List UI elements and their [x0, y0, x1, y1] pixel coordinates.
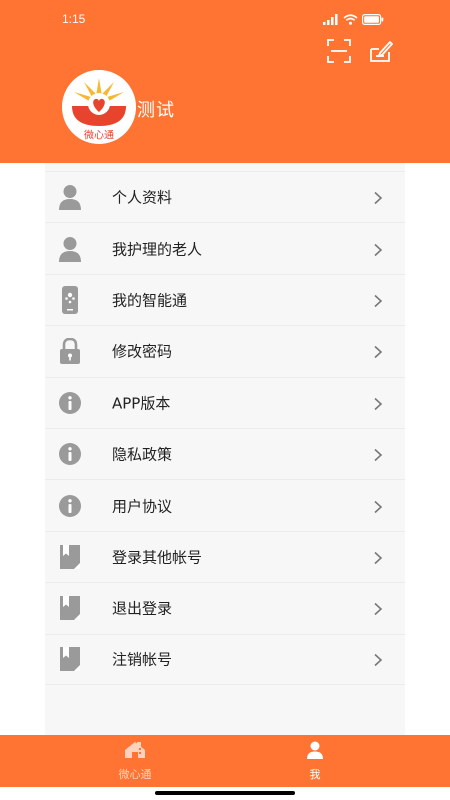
- status-icons: [323, 12, 384, 26]
- scan-icon: [327, 39, 351, 67]
- menu-item-my-device[interactable]: 我的智能通: [45, 273, 405, 325]
- device-icon: [57, 285, 83, 314]
- menu-item-label: 我护理的老人: [112, 240, 203, 259]
- menu-item-delete-account[interactable]: 注销帐号: [45, 633, 405, 685]
- menu-panel: 个人资料 我护理的老人 我的智能通 修改密码 APP版本 隐私政策 用户协议 登…: [45, 163, 405, 735]
- home-icon: [124, 741, 146, 763]
- home-indicator: [155, 791, 295, 795]
- username: 测试: [137, 100, 175, 121]
- chevron-right-icon: [373, 190, 383, 205]
- menu-item-profile[interactable]: 个人资料: [45, 171, 405, 222]
- chevron-right-icon: [373, 344, 383, 359]
- menu-item-label: APP版本: [112, 394, 171, 413]
- chevron-right-icon: [373, 601, 383, 616]
- menu-item-label: 修改密码: [112, 342, 173, 361]
- app-logo: 微心通: [62, 70, 136, 144]
- menu-item-label: 登录其他帐号: [112, 548, 203, 567]
- chevron-right-icon: [373, 499, 383, 513]
- status-bar: 1:15: [0, 0, 450, 40]
- tab-me[interactable]: 我: [275, 735, 355, 787]
- tab-home-label: 微心通: [118, 767, 152, 781]
- info-icon: [57, 390, 83, 416]
- menu-item-my-elders[interactable]: 我护理的老人: [45, 222, 405, 273]
- menu-item-label: 注销帐号: [112, 650, 173, 669]
- menu-item-label: 隐私政策: [112, 445, 173, 464]
- avatar[interactable]: 微心通: [62, 70, 136, 144]
- info-icon: [57, 493, 83, 519]
- edit-icon: [369, 39, 394, 67]
- menu-item-privacy-policy[interactable]: 隐私政策: [45, 427, 405, 479]
- book-icon: [57, 646, 83, 672]
- user-icon: [57, 236, 83, 262]
- scan-button[interactable]: [326, 39, 352, 67]
- chevron-right-icon: [373, 550, 383, 565]
- wifi-icon: [343, 13, 358, 25]
- lock-icon: [57, 338, 83, 365]
- menu-item-logout[interactable]: 退出登录: [45, 582, 405, 633]
- chevron-right-icon: [373, 447, 383, 462]
- battery-icon: [362, 13, 384, 25]
- status-time: 1:15: [62, 12, 86, 26]
- menu-item-label: 退出登录: [112, 599, 173, 618]
- chevron-right-icon: [373, 293, 383, 308]
- edit-button[interactable]: [368, 40, 394, 66]
- menu-item-label: 个人资料: [112, 188, 173, 207]
- menu-item-user-agreement[interactable]: 用户协议: [45, 479, 405, 530]
- menu-item-switch-account[interactable]: 登录其他帐号: [45, 530, 405, 582]
- menu-item-label: 我的智能通: [112, 291, 188, 310]
- info-icon: [57, 441, 83, 467]
- menu-item-app-version[interactable]: APP版本: [45, 376, 405, 428]
- user-icon: [57, 184, 83, 211]
- menu-list: 个人资料 我护理的老人 我的智能通 修改密码 APP版本 隐私政策 用户协议 登…: [45, 171, 405, 685]
- profile-header: 1:15 微心通 测试: [0, 0, 450, 163]
- chevron-right-icon: [373, 652, 383, 667]
- logo-text: 微心通: [84, 129, 114, 142]
- tab-home[interactable]: 微心通: [95, 735, 175, 787]
- person-icon: [306, 741, 324, 763]
- book-icon: [57, 544, 83, 570]
- bottom-tab-bar: 微心通 我: [0, 735, 450, 787]
- menu-item-change-password[interactable]: 修改密码: [45, 325, 405, 376]
- tab-me-label: 我: [309, 767, 321, 781]
- signal-icon: [323, 13, 339, 25]
- chevron-right-icon: [373, 242, 383, 256]
- book-icon: [57, 595, 83, 621]
- menu-item-label: 用户协议: [112, 497, 173, 516]
- chevron-right-icon: [373, 396, 383, 410]
